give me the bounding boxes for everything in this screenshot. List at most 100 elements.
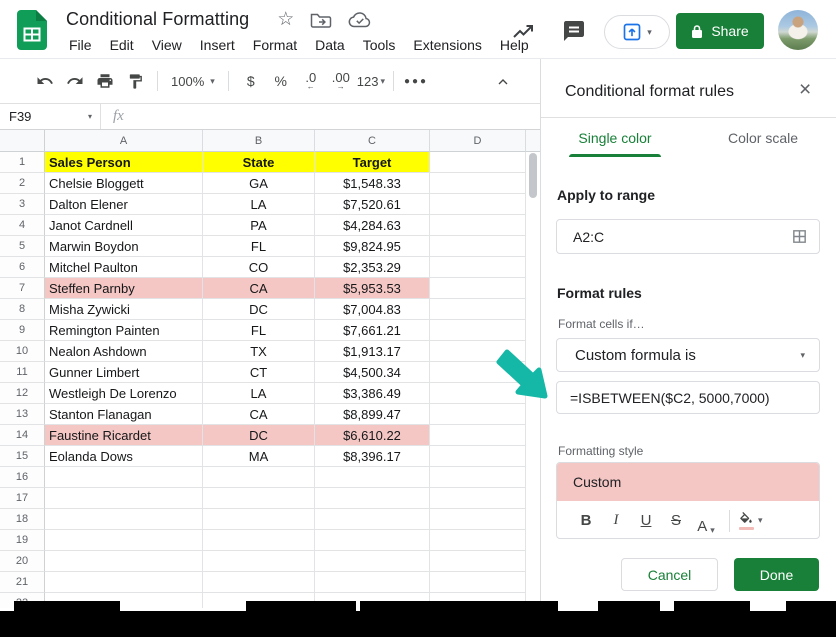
move-folder-icon[interactable] [310, 11, 332, 29]
cell-D7[interactable] [430, 278, 526, 299]
undo-button[interactable] [31, 66, 59, 96]
cell-C19[interactable] [315, 530, 430, 551]
row-header-17[interactable]: 17 [0, 488, 45, 509]
cell-A5[interactable]: Marwin Boydon [45, 236, 203, 257]
cell-A18[interactable] [45, 509, 203, 530]
italic-button[interactable]: I [601, 507, 631, 535]
cell-B11[interactable]: CT [203, 362, 315, 383]
cell-B15[interactable]: MA [203, 446, 315, 467]
row-header-16[interactable]: 16 [0, 467, 45, 488]
text-color-button[interactable]: A ▾ [691, 507, 721, 535]
cell-C5[interactable]: $9,824.95 [315, 236, 430, 257]
cloud-status-icon[interactable] [348, 11, 372, 29]
cell-B3[interactable]: LA [203, 194, 315, 215]
cell-C15[interactable]: $8,396.17 [315, 446, 430, 467]
menu-file[interactable]: File [60, 37, 101, 53]
tab-single-color[interactable]: Single color [541, 119, 689, 157]
cell-C1[interactable]: Target [315, 152, 430, 173]
column-header-C[interactable]: C [315, 130, 430, 152]
row-header-21[interactable]: 21 [0, 572, 45, 593]
row-header-14[interactable]: 14 [0, 425, 45, 446]
number-format-button[interactable]: 123 ▾ [357, 66, 385, 96]
cell-B18[interactable] [203, 509, 315, 530]
cell-C9[interactable]: $7,661.21 [315, 320, 430, 341]
row-header-5[interactable]: 5 [0, 236, 45, 257]
select-data-range-icon[interactable] [791, 228, 808, 245]
row-header-9[interactable]: 9 [0, 320, 45, 341]
cell-D1[interactable] [430, 152, 526, 173]
menu-edit[interactable]: Edit [101, 37, 143, 53]
print-button[interactable] [91, 66, 119, 96]
cell-A12[interactable]: Westleigh De Lorenzo [45, 383, 203, 404]
row-header-6[interactable]: 6 [0, 257, 45, 278]
cell-A20[interactable] [45, 551, 203, 572]
name-box[interactable]: F39 ▾ [0, 104, 101, 129]
cell-C12[interactable]: $3,386.49 [315, 383, 430, 404]
cell-B7[interactable]: CA [203, 278, 315, 299]
increase-decimal-button[interactable]: .00 → [327, 66, 355, 96]
cell-A17[interactable] [45, 488, 203, 509]
cell-A13[interactable]: Stanton Flanagan [45, 404, 203, 425]
cell-A19[interactable] [45, 530, 203, 551]
cell-A4[interactable]: Janot Cardnell [45, 215, 203, 236]
cell-A14[interactable]: Faustine Ricardet [45, 425, 203, 446]
cell-C17[interactable] [315, 488, 430, 509]
menu-extensions[interactable]: Extensions [404, 37, 490, 53]
cell-C8[interactable]: $7,004.83 [315, 299, 430, 320]
share-button[interactable]: Share [676, 13, 764, 49]
more-toolbar-button[interactable]: ●●● [402, 66, 430, 96]
cell-A21[interactable] [45, 572, 203, 593]
cell-C6[interactable]: $2,353.29 [315, 257, 430, 278]
row-header-15[interactable]: 15 [0, 446, 45, 467]
select-all-corner[interactable] [0, 130, 45, 152]
cell-A6[interactable]: Mitchel Paulton [45, 257, 203, 278]
menu-view[interactable]: View [143, 37, 191, 53]
cell-C16[interactable] [315, 467, 430, 488]
row-header-19[interactable]: 19 [0, 530, 45, 551]
cell-B21[interactable] [203, 572, 315, 593]
cell-A16[interactable] [45, 467, 203, 488]
cell-B9[interactable]: FL [203, 320, 315, 341]
cell-C2[interactable]: $1,548.33 [315, 173, 430, 194]
cell-D6[interactable] [430, 257, 526, 278]
cell-B4[interactable]: PA [203, 215, 315, 236]
redo-button[interactable] [61, 66, 89, 96]
cell-A8[interactable]: Misha Zywicki [45, 299, 203, 320]
menu-format[interactable]: Format [244, 37, 306, 53]
row-header-2[interactable]: 2 [0, 173, 45, 194]
comment-history-icon[interactable] [561, 18, 587, 44]
star-icon[interactable]: ☆ [277, 10, 294, 29]
menu-data[interactable]: Data [306, 37, 354, 53]
cell-C14[interactable]: $6,610.22 [315, 425, 430, 446]
cell-B13[interactable]: CA [203, 404, 315, 425]
document-title[interactable]: Conditional Formatting [66, 9, 249, 30]
cell-C11[interactable]: $4,500.34 [315, 362, 430, 383]
present-button[interactable]: ▾ [604, 15, 670, 49]
strikethrough-button[interactable]: S [661, 507, 691, 535]
avatar[interactable] [778, 10, 818, 50]
cell-A9[interactable]: Remington Painten [45, 320, 203, 341]
row-header-7[interactable]: 7 [0, 278, 45, 299]
condition-dropdown[interactable]: Custom formula is ▾ [556, 338, 820, 372]
row-header-8[interactable]: 8 [0, 299, 45, 320]
cell-A1[interactable]: Sales Person [45, 152, 203, 173]
menu-insert[interactable]: Insert [191, 37, 244, 53]
format-percent-button[interactable]: % [267, 66, 295, 96]
cell-D5[interactable] [430, 236, 526, 257]
underline-button[interactable]: U [631, 507, 661, 535]
cell-B16[interactable] [203, 467, 315, 488]
row-header-13[interactable]: 13 [0, 404, 45, 425]
done-button[interactable]: Done [734, 558, 819, 591]
menu-tools[interactable]: Tools [354, 37, 405, 53]
cell-D8[interactable] [430, 299, 526, 320]
cell-B20[interactable] [203, 551, 315, 572]
cell-B12[interactable]: LA [203, 383, 315, 404]
cell-D14[interactable] [430, 425, 526, 446]
close-icon[interactable]: × [799, 79, 811, 100]
cell-D15[interactable] [430, 446, 526, 467]
decrease-decimal-button[interactable]: .0 ← [297, 66, 325, 96]
cell-C4[interactable]: $4,284.63 [315, 215, 430, 236]
cell-A10[interactable]: Nealon Ashdown [45, 341, 203, 362]
cancel-button[interactable]: Cancel [621, 558, 718, 591]
cell-B8[interactable]: DC [203, 299, 315, 320]
